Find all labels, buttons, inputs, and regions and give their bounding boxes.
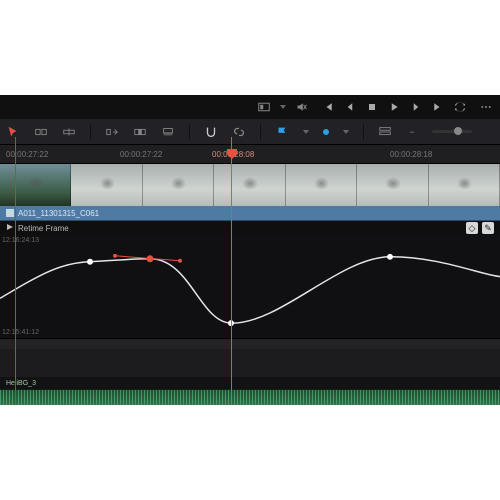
in-point-line [15, 137, 16, 405]
audio-clip-label[interactable]: HeliBG_3 [0, 377, 500, 389]
clip-thumb [71, 164, 142, 206]
next-frame-icon[interactable] [410, 101, 422, 113]
clip-name-bar[interactable]: A011_11301315_C061 [0, 205, 500, 221]
keyframe-tool-icon[interactable]: ◇ [466, 222, 478, 234]
more-icon[interactable] [480, 101, 492, 113]
link-icon[interactable] [232, 125, 246, 139]
edit-toolbar: − [0, 119, 500, 145]
zoom-out-icon[interactable]: − [406, 126, 418, 138]
ruler-tc: 00:00:27:22 [6, 150, 48, 159]
next-clip-icon[interactable] [432, 101, 444, 113]
clip-thumb [143, 164, 214, 206]
video-editor-timeline: − 00:00:27:22 00:00:27:22 00:00:28:08 00… [0, 95, 500, 405]
view-group [258, 101, 308, 113]
retime-curve-tools: ◇ ✎ [466, 222, 494, 234]
audio-track[interactable] [0, 389, 500, 405]
ruler-tc: 00:00:27:22 [120, 150, 162, 159]
clip-badge-icon [6, 209, 14, 217]
stop-icon[interactable] [366, 101, 378, 113]
track-gap [0, 339, 500, 349]
clip-thumb [0, 164, 71, 206]
chevron-down-icon[interactable] [343, 130, 349, 134]
track-gap [0, 349, 500, 377]
clip-thumb [429, 164, 500, 206]
clip-thumb [357, 164, 428, 206]
selection-tool-icon[interactable] [6, 125, 20, 139]
overwrite-icon[interactable] [133, 125, 147, 139]
curve-tool-icon[interactable]: ✎ [482, 222, 494, 234]
ruler-tc: 00:00:28:18 [390, 150, 432, 159]
retime-curve[interactable] [0, 235, 500, 338]
disclosure-icon[interactable] [6, 223, 14, 233]
trim-tool-icon[interactable] [34, 125, 48, 139]
video-clip-thumbnails[interactable] [0, 163, 500, 205]
retime-label: Retime Frame [18, 224, 69, 233]
playhead-line[interactable] [231, 137, 232, 405]
time-ruler[interactable]: 00:00:27:22 00:00:27:22 00:00:28:08 00:0… [0, 145, 500, 163]
snap-icon[interactable] [204, 125, 218, 139]
play-icon[interactable] [388, 101, 400, 113]
playhead-handle-icon[interactable] [227, 149, 237, 159]
top-bar [0, 95, 500, 119]
loop-icon[interactable] [454, 101, 466, 113]
flag-icon[interactable] [275, 125, 289, 139]
viewer-layout-icon[interactable] [258, 101, 270, 113]
insert-icon[interactable] [105, 125, 119, 139]
replace-icon[interactable] [161, 125, 175, 139]
retime-header: Retime Frame ◇ ✎ [0, 221, 500, 235]
chevron-down-icon[interactable] [303, 130, 309, 134]
zoom-slider[interactable] [432, 130, 472, 133]
transport-controls [322, 101, 466, 113]
blade-tool-icon[interactable] [62, 125, 76, 139]
clip-thumb [286, 164, 357, 206]
clip-name: A011_11301315_C061 [18, 209, 99, 218]
audio-clip-name: HeliBG_3 [6, 380, 36, 387]
marker-color-icon[interactable] [323, 129, 329, 135]
chevron-down-icon[interactable] [280, 105, 286, 109]
audio-waveform [0, 390, 500, 405]
clip-thumb [214, 164, 285, 206]
mute-icon[interactable] [296, 101, 308, 113]
prev-clip-icon[interactable] [322, 101, 334, 113]
retime-curve-editor[interactable]: 12:16:24:13 12:15:41:12 [0, 235, 500, 339]
prev-frame-icon[interactable] [344, 101, 356, 113]
timeline-opts-icon[interactable] [378, 125, 392, 139]
